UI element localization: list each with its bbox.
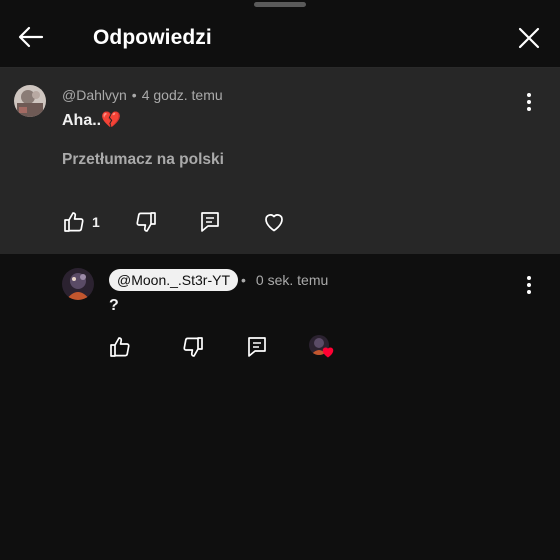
author-chip[interactable]: @Moon._.St3r-YT: [109, 269, 239, 291]
reply-button[interactable]: [198, 207, 222, 237]
sheet-drag-handle[interactable]: [254, 2, 306, 7]
page-title: Odpowiedzi: [93, 26, 212, 49]
meta-separator: •: [131, 87, 137, 103]
reply-comment: @Moon._.St3r-YT • 0 sek. temu ?: [0, 254, 560, 374]
reply-button[interactable]: [245, 332, 269, 362]
reply-icon: [201, 212, 219, 232]
like-count: 1: [92, 214, 100, 230]
more-vertical-icon[interactable]: [519, 90, 539, 114]
comment-time: 4 godz. temu: [141, 87, 223, 103]
thumbs-up-icon: [64, 212, 84, 232]
thumbs-up-icon: [110, 337, 130, 357]
parent-comment: @Dahlvyn • 4 godz. temu Aha..💔 Przetłumacz…: [0, 68, 560, 254]
reply-icon: [248, 337, 266, 357]
more-vertical-icon[interactable]: [519, 273, 539, 297]
comment-time: 0 sek. temu: [255, 272, 329, 288]
heart-outline-icon: [265, 214, 283, 232]
comment-meta: @Dahlvyn • 4 godz. temu: [62, 87, 223, 103]
comment-meta: • 0 sek. temu: [241, 272, 328, 288]
avatar[interactable]: [62, 268, 94, 300]
meta-separator: •: [241, 272, 246, 288]
comment-author[interactable]: @Dahlvyn: [62, 87, 127, 103]
avatar[interactable]: [14, 85, 46, 117]
comment-actions: 1: [0, 207, 560, 237]
translate-link[interactable]: Przetłumacz na polski: [62, 151, 224, 169]
thumbs-down-icon: [183, 337, 203, 357]
thumbs-down-icon: [136, 212, 156, 232]
arrow-left-icon[interactable]: [16, 22, 46, 52]
like-button[interactable]: [108, 332, 132, 362]
reply-actions: [0, 332, 560, 362]
dislike-button[interactable]: [134, 207, 158, 237]
comment-text: Aha..💔: [62, 112, 122, 129]
like-button[interactable]: 1: [62, 207, 100, 237]
replies-header: Odpowiedzi: [0, 8, 560, 66]
close-icon[interactable]: [514, 23, 544, 53]
dislike-button[interactable]: [181, 332, 205, 362]
heart-button[interactable]: [262, 207, 286, 237]
creator-heart-icon[interactable]: [309, 335, 335, 361]
heart-filled-icon: [322, 347, 334, 358]
comment-text: ?: [109, 297, 119, 314]
